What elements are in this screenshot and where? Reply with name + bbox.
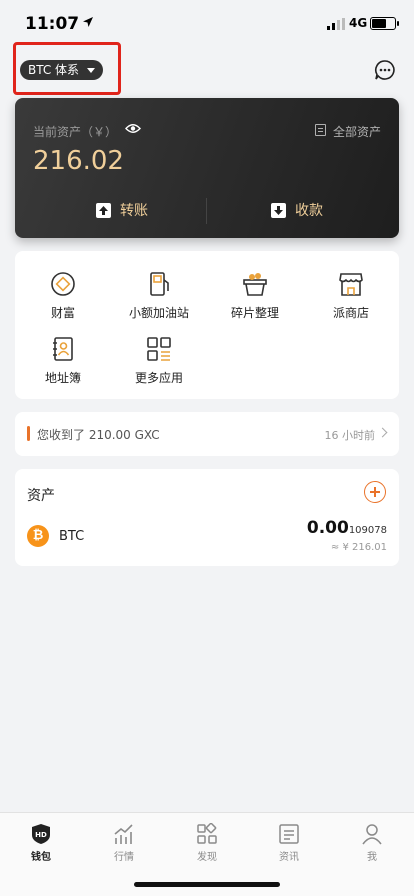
system-selector-label: BTC 体系 — [28, 63, 80, 77]
chevron-right-icon — [377, 427, 388, 438]
battery-icon — [370, 17, 399, 30]
document-icon — [314, 124, 326, 136]
app-more[interactable]: 更多应用 — [111, 336, 207, 386]
assets-title: 资产 — [27, 488, 55, 504]
app-label: 小额加油站 — [128, 306, 189, 320]
notice-text: 您收到了 210.00 GXC — [37, 428, 160, 442]
notice-bar[interactable]: 您收到了 210.00 GXC 16 小时前 — [15, 412, 399, 456]
add-asset-button[interactable] — [364, 481, 386, 503]
download-arrow-icon — [271, 203, 286, 218]
total-amount: 216.02 — [33, 146, 124, 176]
signal-icon — [327, 18, 345, 30]
status-bar: 11:07 4G — [0, 0, 414, 48]
tab-news[interactable]: 资讯 — [259, 823, 319, 863]
bitcoin-icon: ₿ — [27, 525, 49, 547]
gas-station-icon — [146, 271, 172, 297]
notice-accent-bar — [27, 426, 30, 441]
notice-time: 16 小时前 — [324, 429, 376, 442]
caret-down-icon — [87, 68, 96, 73]
tab-label: 发现 — [197, 852, 217, 863]
asset-balance-main: 0.00 — [306, 518, 349, 538]
message-icon[interactable] — [374, 59, 396, 81]
app-address-book[interactable]: 地址簿 — [15, 336, 111, 386]
transfer-label: 转账 — [120, 203, 148, 219]
tab-label: 资讯 — [279, 852, 299, 863]
app-pai-store[interactable]: 派商店 — [303, 271, 399, 321]
transfer-button[interactable]: 转账 — [96, 203, 148, 219]
all-assets-link[interactable]: 全部资产 — [314, 123, 381, 140]
upload-arrow-icon — [96, 203, 111, 218]
app-gas-station[interactable]: 小额加油站 — [111, 271, 207, 321]
tab-label: 行情 — [114, 852, 134, 863]
tab-wallet[interactable]: HD 钱包 — [11, 823, 71, 863]
discover-icon — [196, 822, 218, 845]
wallet-hd-icon: HD — [30, 823, 52, 845]
profile-icon — [361, 823, 383, 845]
receive-button[interactable]: 收款 — [271, 203, 323, 219]
eye-icon[interactable] — [125, 123, 141, 134]
app-label: 碎片整理 — [230, 306, 279, 320]
assets-section: 资产 ₿ BTC 0.00109078 ≈ ¥ 216.01 — [15, 469, 399, 566]
app-wealth[interactable]: 财富 — [15, 271, 111, 321]
all-assets-label: 全部资产 — [332, 125, 381, 139]
asset-symbol: BTC — [59, 529, 85, 544]
home-indicator — [134, 882, 280, 887]
apps-panel: 财富 小额加油站 碎片整理 派商店 地址簿 更多应用 — [15, 251, 399, 399]
asset-balance-small: 109078 — [348, 525, 387, 536]
location-arrow-icon — [83, 17, 93, 27]
asset-fiat-value: ≈ ¥ 216.01 — [330, 542, 387, 553]
asset-balance: 0.00109078 — [307, 518, 387, 538]
asset-card: 当前资产（￥） 全部资产 216.02 转账 收款 — [15, 98, 399, 238]
basket-icon — [242, 271, 268, 297]
tab-market[interactable]: 行情 — [94, 823, 154, 863]
receive-label: 收款 — [295, 203, 323, 219]
app-label: 地址簿 — [44, 371, 81, 385]
store-icon — [338, 271, 364, 297]
address-book-icon — [50, 336, 76, 362]
svg-text:HD: HD — [35, 831, 47, 839]
wealth-icon — [50, 271, 76, 297]
tab-discover[interactable]: 发现 — [177, 822, 237, 863]
app-label: 财富 — [50, 306, 75, 320]
tab-label: 钱包 — [31, 852, 51, 863]
system-selector-button[interactable]: BTC 体系 — [20, 60, 104, 80]
chart-icon — [113, 823, 135, 845]
card-divider — [206, 198, 207, 224]
app-label: 更多应用 — [134, 371, 183, 385]
network-type: 4G — [349, 16, 368, 30]
tab-me[interactable]: 我 — [342, 823, 402, 863]
more-apps-icon — [146, 336, 172, 362]
status-time: 11:07 — [25, 14, 80, 34]
news-icon — [278, 823, 300, 845]
current-assets-label: 当前资产（￥） — [33, 125, 118, 139]
tab-label: 我 — [367, 852, 377, 863]
app-label: 派商店 — [332, 306, 369, 320]
app-defrag[interactable]: 碎片整理 — [207, 271, 303, 321]
